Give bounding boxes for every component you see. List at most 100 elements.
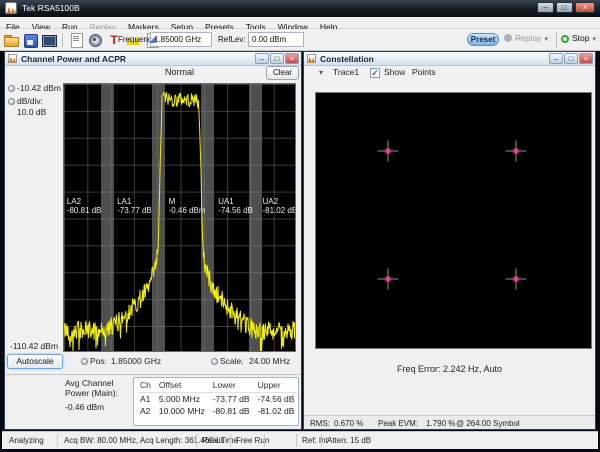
maximize-button[interactable]: □ (564, 53, 578, 64)
constellation-point (506, 269, 527, 290)
db-div-value[interactable]: 10.0 dB (17, 107, 46, 117)
close-button[interactable]: × (285, 53, 299, 64)
stop-button[interactable]: Stop▾ (561, 33, 596, 47)
marker-value: -0.46 dBm (169, 206, 206, 215)
symbol-value: @ 264.00 Symbol (456, 419, 520, 428)
status-item-5: Atten: 15 dB (327, 436, 371, 445)
menu-bar: FileViewRunReplayMarkersSetupPresetsTool… (0, 17, 600, 29)
show-checkbox[interactable]: ✓ (370, 68, 380, 78)
marker-label-LA1[interactable]: LA1-73.77 dB (117, 197, 152, 215)
frequency-field[interactable]: 1.85000 GHz (150, 32, 212, 47)
constellation-window-controls: –□× (549, 53, 593, 64)
maximize-button[interactable]: □ (556, 2, 573, 13)
acpr-row: A15.000 MHz-73.77 dB-74.56 dB (138, 393, 300, 406)
show-label[interactable]: Show (384, 67, 405, 77)
marker-name: M (169, 197, 206, 206)
scale-value[interactable]: 24.00 MHz (249, 356, 290, 366)
close-button[interactable]: × (579, 53, 593, 64)
status-separator (57, 434, 58, 447)
section-divider (5, 374, 301, 375)
replay-icon (504, 34, 512, 42)
acpr-cell: 10.000 MHz (157, 405, 211, 417)
marker-label-UA1[interactable]: UA1-74.56 dB (218, 197, 253, 215)
minimize-button[interactable]: – (255, 53, 269, 64)
status-separator (264, 434, 265, 447)
status-separator (321, 434, 322, 447)
clear-button[interactable]: Clear (266, 66, 299, 80)
open-folder-icon[interactable] (3, 32, 19, 48)
marker-label-LA2[interactable]: LA2-80.81 dB (67, 197, 102, 215)
db-div-knob-icon[interactable] (8, 98, 15, 105)
spectrum-trace-svg (64, 84, 295, 351)
replay-dropdown-arrow: ▾ (544, 36, 548, 43)
acpr-col-offset: Offset (157, 379, 211, 393)
ref-level-knob-icon[interactable] (8, 85, 15, 92)
settings-gear-icon[interactable] (87, 32, 103, 48)
evm-status-bar: RMS: 0.670 % Peak EVM: 1.790 % @ 264.00 … (304, 415, 595, 429)
acpr-cell: -81.02 dB (256, 405, 301, 417)
status-item-4: Ref: Int (302, 436, 328, 445)
window-controls: –□× (537, 2, 595, 13)
marker-name: LA1 (117, 197, 152, 206)
chevron-down-icon[interactable]: ▾ (319, 68, 323, 77)
spectrum-plot-layers: LA2-80.81 dB LA1-73.77 dB M-0.46 dBm UA1-74… (64, 84, 295, 351)
tek-app-icon (5, 2, 17, 14)
acpr-cell: -73.77 dB (211, 393, 256, 406)
stop-dropdown-arrow[interactable]: ▾ (593, 36, 597, 43)
status-item-1: Acq BW: 80.00 MHz, Acq Length: 361.460 u… (64, 436, 224, 445)
acpr-table: ChOffsetLowerUpperA15.000 MHz-73.77 dB-7… (138, 379, 300, 417)
trace-selector[interactable]: Trace1 (333, 67, 359, 77)
minimize-button[interactable]: – (537, 2, 554, 13)
scale-knob-icon[interactable] (211, 358, 218, 365)
constellation-symbol-dot (514, 277, 519, 282)
constellation-titlebar: Constellation –□× (304, 52, 595, 66)
minimize-button[interactable]: – (549, 53, 563, 64)
marker-label-UA2[interactable]: UA2-81.02 dB (263, 197, 296, 215)
channel-power-title: Channel Power and ACPR (21, 54, 126, 64)
acpr-col-lower: Lower (211, 379, 256, 393)
pos-knob-icon[interactable] (81, 358, 88, 365)
marker-value: -81.02 dB (263, 206, 296, 215)
points-label[interactable]: Points (412, 67, 436, 77)
print-icon[interactable] (68, 32, 84, 48)
spectrum-plot[interactable]: LA2-80.81 dB LA1-73.77 dB M-0.46 dBm UA1-74… (63, 83, 296, 352)
preset-button[interactable]: Preset (467, 33, 499, 46)
marker-name: LA2 (67, 197, 102, 206)
channel-power-window-controls: –□× (255, 53, 299, 64)
displays-icon[interactable] (41, 32, 57, 48)
ref-level-value[interactable]: -10.42 dBm (17, 83, 61, 93)
acpr-row: A210.000 MHz-80.81 dB-81.02 dB (138, 405, 300, 417)
marker-value: -73.77 dB (117, 206, 152, 215)
status-separator (196, 434, 197, 447)
channel-power-titlebar: Channel Power and ACPR –□× (5, 52, 301, 66)
stop-icon (561, 35, 569, 43)
acpr-cell: A2 (138, 405, 157, 417)
replay-button: Replay▾ (504, 33, 548, 47)
close-button[interactable]: × (575, 2, 595, 13)
status-bar: Analyzing Acq BW: 80.00 MHz, Acq Length: … (2, 431, 598, 449)
autoscale-button[interactable]: Autoscale (7, 354, 63, 369)
pos-value[interactable]: 1.85000 GHz (111, 356, 161, 366)
trace-mode-label[interactable]: Normal (63, 67, 296, 77)
constellation-title: Constellation (320, 54, 374, 64)
reflev-field[interactable]: 0.00 dBm (248, 32, 304, 47)
constellation-point (506, 141, 527, 162)
constellation-symbol-dot (386, 149, 391, 154)
application-window: Tek RSA5100B –□× FileViewRunReplayMarker… (0, 0, 600, 452)
acpr-results-table-container: ChOffsetLowerUpperA15.000 MHz-73.77 dB-7… (133, 377, 299, 426)
status-item-0: Analyzing (9, 436, 44, 445)
acpr-col-ch: Ch (138, 379, 157, 393)
marker-value: -74.56 dB (218, 206, 253, 215)
marker-name: UA1 (218, 197, 253, 206)
marker-label-M[interactable]: M-0.46 dBm (169, 197, 206, 215)
constellation-symbol-dot (514, 149, 519, 154)
constellation-symbol-dot (386, 277, 391, 282)
avg-channel-power-label: Avg Channel Power (Main): -0.46 dBm (65, 378, 135, 412)
maximize-button[interactable]: □ (270, 53, 284, 64)
save-icon[interactable] (22, 32, 38, 48)
constellation-display (315, 92, 592, 349)
toolbar-divider (556, 32, 557, 48)
pos-label: Pos: (90, 356, 107, 366)
toolbar: T Frequency: 1.85000 GHz RefLev: 0.00 dB… (0, 29, 600, 51)
status-separator (296, 434, 297, 447)
